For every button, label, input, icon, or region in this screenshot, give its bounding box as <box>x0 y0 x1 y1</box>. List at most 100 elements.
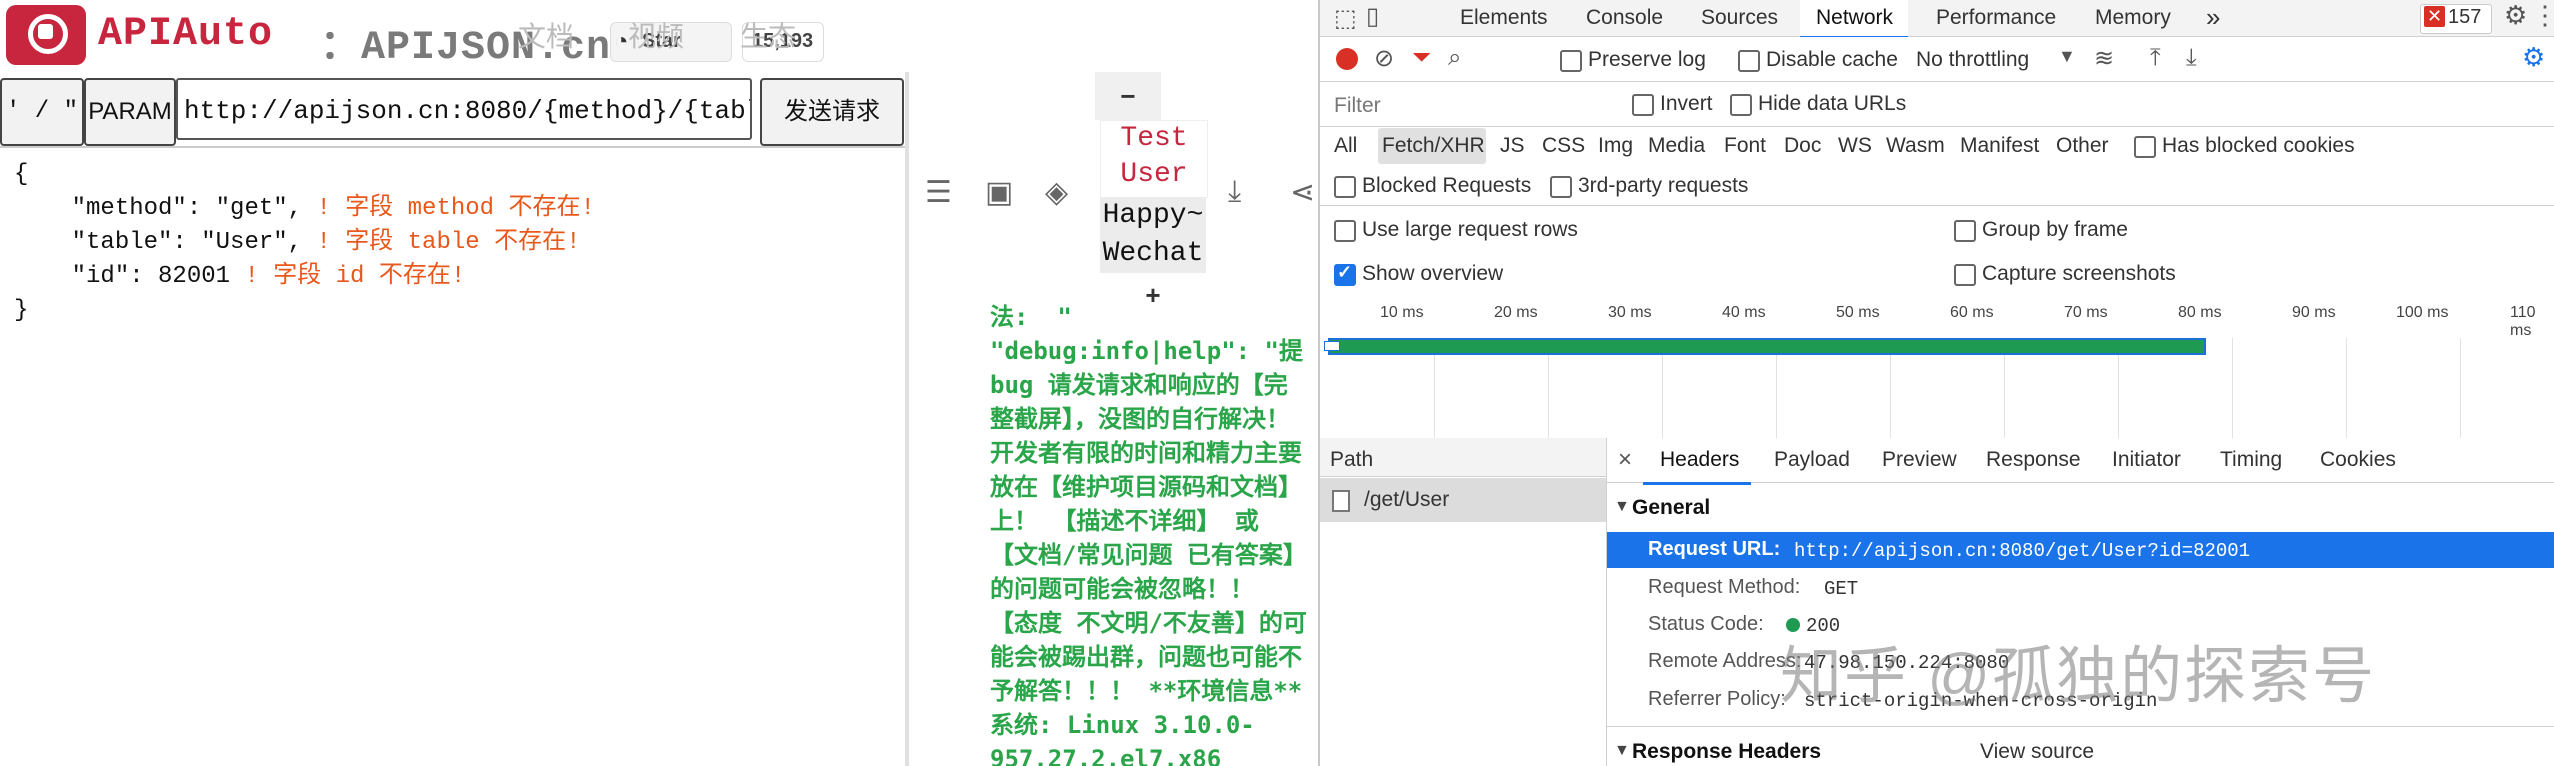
device-toggle-icon[interactable]: ▯ <box>1366 2 1379 31</box>
hide-data-urls-checkbox[interactable] <box>1730 94 1752 116</box>
collapse-button[interactable]: − <box>1095 72 1161 120</box>
type-manifest[interactable]: Manifest <box>1960 134 2039 158</box>
tab-payload[interactable]: Payload <box>1774 448 1850 472</box>
type-other[interactable]: Other <box>2056 134 2109 158</box>
network-conditions-icon[interactable]: ≋ <box>2094 44 2114 73</box>
download-icon[interactable]: ⤓ <box>1228 175 1241 209</box>
field-warning: ! 字段 id 不存在! <box>230 263 466 290</box>
request-url-label: Request URL: <box>1648 538 1781 560</box>
export-har-icon[interactable]: ⤓ <box>2186 44 2197 72</box>
large-rows-checkbox[interactable] <box>1334 220 1356 242</box>
tick-label: 70 ms <box>2064 304 2108 321</box>
show-overview-checkbox[interactable] <box>1334 262 1356 286</box>
list-icon[interactable]: ☰ <box>925 175 985 210</box>
general-section-title[interactable]: General <box>1632 496 1710 520</box>
request-row[interactable] <box>1320 478 1606 522</box>
tick-label: 100 ms <box>2396 304 2449 321</box>
clear-icon[interactable]: ⊘ <box>1374 44 1394 73</box>
disable-cache-checkbox[interactable] <box>1738 50 1760 72</box>
import-har-icon[interactable]: ⤒ <box>2150 44 2161 72</box>
test-user-tab[interactable]: Test User <box>1100 120 1208 198</box>
type-doc[interactable]: Doc <box>1784 134 1821 158</box>
path-header-label: Path <box>1330 448 1374 471</box>
tick-label: 40 ms <box>1722 304 1766 321</box>
happy-wechat-tab[interactable]: Happy~ Wechat <box>1100 197 1206 273</box>
method-toggle-button[interactable]: ' / " <box>0 78 84 146</box>
tab-memory[interactable]: Memory <box>2095 6 2171 30</box>
grid-line <box>2460 338 2461 438</box>
show-overview-label: Show overview <box>1362 262 1504 285</box>
grid-line <box>2232 338 2233 438</box>
url-input[interactable]: http://apijson.cn:8080/{method}/{table} <box>176 78 752 140</box>
tab-sources[interactable]: Sources <box>1701 6 1778 30</box>
large-rows-label: Use large request rows <box>1362 218 1578 241</box>
referrer-policy-label: Referrer Policy: <box>1648 688 1786 710</box>
tab-console[interactable]: Console <box>1586 6 1663 30</box>
param-button[interactable]: PARAM <box>84 78 176 146</box>
type-fetch-xhr[interactable]: Fetch/XHR <box>1382 134 1485 158</box>
type-font[interactable]: Font <box>1724 134 1766 158</box>
capture-screenshots-checkbox[interactable] <box>1954 264 1976 286</box>
expand-triangle-icon[interactable]: ▼ <box>1614 498 1630 516</box>
pane-splitter[interactable] <box>905 72 909 766</box>
nav-docs-link[interactable]: 文档 <box>518 15 574 55</box>
settings-gear-icon[interactable]: ⚙ <box>2504 0 2527 31</box>
json-line: "method": "get", <box>14 195 303 222</box>
throttling-select[interactable]: No throttling <box>1916 48 2029 72</box>
view-source-link[interactable]: View source <box>1980 740 2094 764</box>
expand-triangle-icon[interactable]: ▼ <box>1614 742 1630 760</box>
type-media[interactable]: Media <box>1648 134 1705 158</box>
response-headers-title[interactable]: Response Headers <box>1632 740 1821 764</box>
inspect-icon[interactable]: ⬚ <box>1334 4 1357 33</box>
layers-icon[interactable]: ◈ <box>1045 175 1105 210</box>
close-detail-icon[interactable]: × <box>1618 446 1632 474</box>
nav-eco-link[interactable]: 生态 <box>740 15 796 55</box>
request-row-path: /get/User <box>1364 488 1450 511</box>
network-settings-icon[interactable]: ⚙ <box>2522 42 2545 73</box>
remote-address-label: Remote Address: <box>1648 650 1802 672</box>
more-tabs-icon[interactable]: » <box>2206 2 2220 33</box>
tab-timing[interactable]: Timing <box>2220 448 2282 472</box>
third-party-checkbox[interactable] <box>1550 176 1572 198</box>
tab-cookies[interactable]: Cookies <box>2320 448 2396 472</box>
type-img[interactable]: Img <box>1598 134 1633 158</box>
type-js[interactable]: JS <box>1500 134 1525 158</box>
blocked-requests-checkbox[interactable] <box>1334 176 1356 198</box>
has-blocked-cookies-checkbox[interactable] <box>2134 136 2156 158</box>
group-by-frame-checkbox[interactable] <box>1954 220 1976 242</box>
request-json-editor[interactable]: { "method": "get", ! 字段 method 不存在! "tab… <box>14 158 595 328</box>
tab-network[interactable]: Network <box>1816 6 1893 30</box>
tab-elements[interactable]: Elements <box>1460 6 1548 30</box>
tab-response[interactable]: Response <box>1986 448 2081 472</box>
has-blocked-cookies-label: Has blocked cookies <box>2162 134 2355 157</box>
send-request-button[interactable]: 发送请求 <box>760 78 904 146</box>
tab-initiator[interactable]: Initiator <box>2112 448 2181 472</box>
tick-label: 90 ms <box>2292 304 2336 321</box>
logo-dot-icon <box>38 24 53 39</box>
tab-headers[interactable]: Headers <box>1660 448 1739 472</box>
blocked-requests-label: Blocked Requests <box>1362 174 1532 197</box>
share-icon[interactable]: ⋖ <box>1290 175 1315 210</box>
timeline-overview[interactable]: 10 ms 20 ms 30 ms 40 ms 50 ms 60 ms 70 m… <box>1320 298 2554 439</box>
preserve-log-checkbox[interactable] <box>1560 50 1582 72</box>
preserve-log-label: Preserve log <box>1588 48 1706 71</box>
type-wasm[interactable]: Wasm <box>1886 134 1945 158</box>
chevron-down-icon[interactable]: ▼ <box>2058 46 2076 67</box>
type-css[interactable]: CSS <box>1542 134 1585 158</box>
tab-performance[interactable]: Performance <box>1936 6 2056 30</box>
kebab-menu-icon[interactable]: ⋮ <box>2532 0 2554 31</box>
save-icon[interactable]: ▣ <box>985 175 1045 210</box>
type-ws[interactable]: WS <box>1838 134 1872 158</box>
record-icon[interactable] <box>1336 48 1358 70</box>
filter-input[interactable]: Filter <box>1334 94 1381 118</box>
hide-data-urls-label: Hide data URLs <box>1758 92 1907 115</box>
disable-cache-label: Disable cache <box>1766 48 1898 71</box>
search-icon[interactable]: ⌕ <box>1448 44 1461 72</box>
tab-preview[interactable]: Preview <box>1882 448 1957 472</box>
invert-checkbox[interactable] <box>1632 94 1654 116</box>
filter-icon[interactable]: ⏷ <box>1412 44 1431 72</box>
tick-label: 10 ms <box>1380 304 1424 321</box>
nav-video-link[interactable]: 视频 <box>628 15 684 55</box>
tick-label: 50 ms <box>1836 304 1880 321</box>
type-all[interactable]: All <box>1334 134 1357 158</box>
